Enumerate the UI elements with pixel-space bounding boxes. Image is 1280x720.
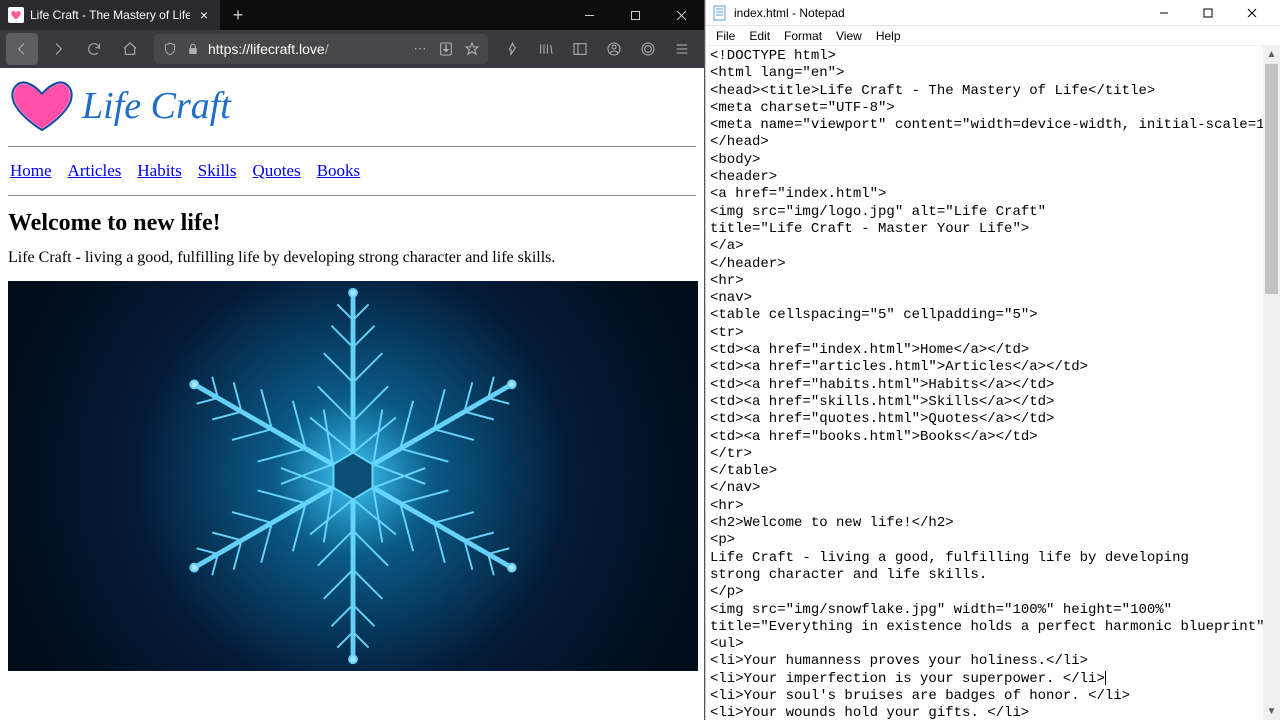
nav-link-habits[interactable]: Habits xyxy=(137,161,181,181)
notepad-app-icon xyxy=(712,5,728,21)
heart-icon xyxy=(8,78,76,134)
window-maximize-icon[interactable] xyxy=(612,0,658,30)
nav-link-skills[interactable]: Skills xyxy=(198,161,237,181)
address-bar[interactable]: https://lifecraft.love/ ⋯ xyxy=(154,34,488,64)
menu-file[interactable]: File xyxy=(710,28,741,44)
back-button[interactable] xyxy=(6,33,38,65)
forward-button[interactable] xyxy=(42,33,74,65)
nav-link-articles[interactable]: Articles xyxy=(68,161,122,181)
home-button[interactable] xyxy=(114,33,146,65)
notepad-maximize-icon[interactable] xyxy=(1186,0,1230,25)
notepad-titlebar: index.html - Notepad xyxy=(706,0,1280,26)
reload-button[interactable] xyxy=(78,33,110,65)
tab-favicon-icon xyxy=(8,7,24,23)
menu-view[interactable]: View xyxy=(830,28,868,44)
notepad-title: index.html - Notepad xyxy=(734,6,845,20)
logo-text: Life Craft xyxy=(82,84,231,128)
bookmark-star-icon[interactable] xyxy=(464,41,480,57)
intro-paragraph: Life Craft - living a good, fulfilling l… xyxy=(8,249,696,267)
app-menu-icon[interactable] xyxy=(666,33,698,65)
hero-image-snowflake xyxy=(8,281,698,671)
notepad-window: index.html - Notepad FileEditFormatViewH… xyxy=(705,0,1280,720)
nav-link-books[interactable]: Books xyxy=(317,161,360,181)
scroll-thumb[interactable] xyxy=(1265,64,1278,294)
scroll-up-icon[interactable]: ▲ xyxy=(1263,46,1280,63)
firefox-window: Life Craft - The Mastery of Life × + htt… xyxy=(0,0,705,720)
extension-icon[interactable] xyxy=(632,33,664,65)
browser-tab[interactable]: Life Craft - The Mastery of Life × xyxy=(0,0,220,30)
notepad-scrollbar[interactable]: ▲ ▼ xyxy=(1263,46,1280,720)
nav-link-quotes[interactable]: Quotes xyxy=(253,161,301,181)
notepad-text-area[interactable]: <!DOCTYPE html> <html lang="en"> <head><… xyxy=(706,46,1280,720)
tab-close-icon[interactable]: × xyxy=(196,7,212,23)
scroll-down-icon[interactable]: ▼ xyxy=(1263,703,1280,720)
account-icon[interactable] xyxy=(598,33,630,65)
page-heading: Welcome to new life! xyxy=(8,210,696,237)
page-content: Life Craft Home Articles Habits Skills Quote… xyxy=(0,68,704,720)
menu-help[interactable]: Help xyxy=(870,28,907,44)
browser-toolbar: https://lifecraft.love/ ⋯ xyxy=(0,30,704,68)
window-minimize-icon[interactable] xyxy=(566,0,612,30)
notepad-close-icon[interactable] xyxy=(1230,0,1274,25)
site-nav: Home Articles Habits Skills Quotes Books xyxy=(8,151,696,191)
browser-titlebar: Life Craft - The Mastery of Life × + xyxy=(0,0,704,30)
new-tab-button[interactable]: + xyxy=(224,1,252,29)
tracking-shield-icon[interactable] xyxy=(162,42,177,57)
divider xyxy=(8,146,696,147)
site-logo[interactable]: Life Craft xyxy=(8,74,696,142)
notepad-menubar: FileEditFormatViewHelp xyxy=(706,26,1280,46)
reader-mode-icon[interactable] xyxy=(438,41,454,57)
url-text: https://lifecraft.love/ xyxy=(208,41,404,57)
divider xyxy=(8,195,696,196)
menu-format[interactable]: Format xyxy=(778,28,828,44)
nav-link-home[interactable]: Home xyxy=(10,161,52,181)
page-actions-icon[interactable]: ⋯ xyxy=(412,41,428,57)
window-close-icon[interactable] xyxy=(658,0,704,30)
sidebar-icon[interactable] xyxy=(564,33,596,65)
lock-icon[interactable] xyxy=(185,42,200,57)
library-icon[interactable] xyxy=(530,33,562,65)
menu-edit[interactable]: Edit xyxy=(743,28,776,44)
tab-title: Life Craft - The Mastery of Life xyxy=(30,8,190,22)
notepad-minimize-icon[interactable] xyxy=(1142,0,1186,25)
devtools-icon[interactable] xyxy=(496,33,528,65)
